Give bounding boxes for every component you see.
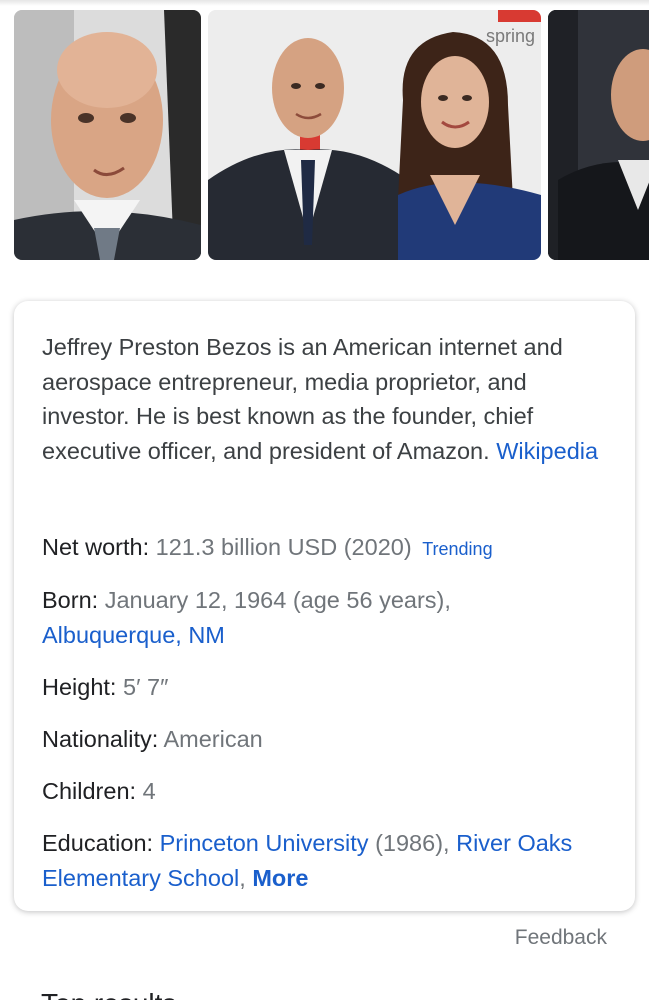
fact-born: Born: January 12, 1964 (age 56 years), A… xyxy=(42,583,612,652)
born-value: January 12, 1964 (age 56 years), xyxy=(104,587,451,613)
children-value: 4 xyxy=(142,778,156,804)
fact-label: Nationality: xyxy=(42,726,159,752)
image-carousel[interactable]: spring xyxy=(0,10,649,262)
nationality-value: American xyxy=(163,726,263,752)
top-results-heading: Top results xyxy=(41,988,176,1000)
fact-label: Net worth: xyxy=(42,534,150,560)
knowledge-panel-card: Jeffrey Preston Bezos is an American int… xyxy=(14,301,635,911)
description-text: Jeffrey Preston Bezos is an American int… xyxy=(42,334,563,464)
fact-net-worth: Net worth: 121.3 billion USD (2020) Tren… xyxy=(42,530,612,567)
fact-height: Height: 5′ 7″ xyxy=(42,670,612,705)
birthplace-link[interactable]: Albuquerque, NM xyxy=(42,622,225,648)
fact-education: Education: Princeton University (1986), … xyxy=(42,826,612,895)
feedback-link[interactable]: Feedback xyxy=(515,926,607,950)
fact-label: Born: xyxy=(42,587,99,613)
fact-label: Education: xyxy=(42,830,154,856)
wikipedia-link[interactable]: Wikipedia xyxy=(496,438,598,464)
fact-children: Children: 4 xyxy=(42,774,612,809)
fact-label: Height: xyxy=(42,674,117,700)
trending-link[interactable]: Trending xyxy=(422,539,492,559)
backdrop-text: spring xyxy=(486,26,535,46)
education-year: (1986), xyxy=(375,830,450,856)
portrait-close-up-image[interactable] xyxy=(14,10,201,260)
couple-event-image[interactable]: spring xyxy=(208,10,541,260)
education-more-link[interactable]: More xyxy=(252,865,308,891)
princeton-link[interactable]: Princeton University xyxy=(160,830,369,856)
height-value: 5′ 7″ xyxy=(123,674,169,700)
entity-description: Jeffrey Preston Bezos is an American int… xyxy=(42,330,607,468)
search-result-page: spring Jeffrey Preston Bezos is an Ameri… xyxy=(0,0,649,1000)
portrait-partial-image[interactable] xyxy=(548,10,649,260)
fact-nationality: Nationality: American xyxy=(42,722,612,757)
top-divider xyxy=(0,0,649,6)
net-worth-value: 121.3 billion USD (2020) xyxy=(155,534,412,560)
fact-label: Children: xyxy=(42,778,137,804)
education-separator: , xyxy=(239,864,246,891)
